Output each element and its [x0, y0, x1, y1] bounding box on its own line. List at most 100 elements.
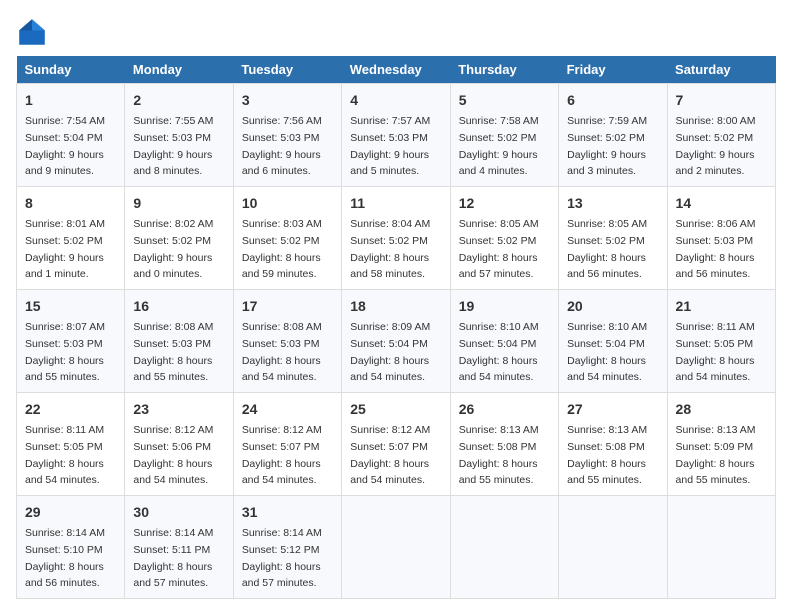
calendar-cell: 3 Sunrise: 7:56 AMSunset: 5:03 PMDayligh…	[233, 84, 341, 187]
day-info: Sunrise: 7:56 AMSunset: 5:03 PMDaylight:…	[242, 115, 322, 177]
calendar-cell: 8 Sunrise: 8:01 AMSunset: 5:02 PMDayligh…	[17, 187, 125, 290]
calendar-week-3: 15 Sunrise: 8:07 AMSunset: 5:03 PMDaylig…	[17, 290, 776, 393]
day-info: Sunrise: 8:07 AMSunset: 5:03 PMDaylight:…	[25, 321, 105, 383]
day-number: 17	[242, 296, 333, 317]
day-number: 16	[133, 296, 224, 317]
calendar-cell: 10 Sunrise: 8:03 AMSunset: 5:02 PMDaylig…	[233, 187, 341, 290]
calendar-cell: 31 Sunrise: 8:14 AMSunset: 5:12 PMDaylig…	[233, 496, 341, 599]
logo-icon	[16, 16, 48, 48]
day-info: Sunrise: 8:06 AMSunset: 5:03 PMDaylight:…	[676, 218, 756, 280]
day-number: 6	[567, 90, 658, 111]
calendar-week-5: 29 Sunrise: 8:14 AMSunset: 5:10 PMDaylig…	[17, 496, 776, 599]
day-info: Sunrise: 8:11 AMSunset: 5:05 PMDaylight:…	[25, 424, 104, 486]
header-row: SundayMondayTuesdayWednesdayThursdayFrid…	[17, 56, 776, 84]
calendar-cell: 21 Sunrise: 8:11 AMSunset: 5:05 PMDaylig…	[667, 290, 775, 393]
day-info: Sunrise: 8:14 AMSunset: 5:10 PMDaylight:…	[25, 527, 105, 589]
day-info: Sunrise: 8:14 AMSunset: 5:12 PMDaylight:…	[242, 527, 322, 589]
day-number: 9	[133, 193, 224, 214]
calendar-cell: 23 Sunrise: 8:12 AMSunset: 5:06 PMDaylig…	[125, 393, 233, 496]
calendar-cell: 30 Sunrise: 8:14 AMSunset: 5:11 PMDaylig…	[125, 496, 233, 599]
calendar-cell: 1 Sunrise: 7:54 AMSunset: 5:04 PMDayligh…	[17, 84, 125, 187]
day-info: Sunrise: 7:57 AMSunset: 5:03 PMDaylight:…	[350, 115, 430, 177]
calendar-cell: 19 Sunrise: 8:10 AMSunset: 5:04 PMDaylig…	[450, 290, 558, 393]
day-info: Sunrise: 8:04 AMSunset: 5:02 PMDaylight:…	[350, 218, 430, 280]
day-number: 28	[676, 399, 767, 420]
day-number: 5	[459, 90, 550, 111]
calendar-cell: 29 Sunrise: 8:14 AMSunset: 5:10 PMDaylig…	[17, 496, 125, 599]
calendar-cell: 28 Sunrise: 8:13 AMSunset: 5:09 PMDaylig…	[667, 393, 775, 496]
day-info: Sunrise: 8:12 AMSunset: 5:07 PMDaylight:…	[242, 424, 322, 486]
calendar-cell: 6 Sunrise: 7:59 AMSunset: 5:02 PMDayligh…	[559, 84, 667, 187]
day-number: 7	[676, 90, 767, 111]
calendar-cell: 4 Sunrise: 7:57 AMSunset: 5:03 PMDayligh…	[342, 84, 450, 187]
day-number: 29	[25, 502, 116, 523]
day-number: 31	[242, 502, 333, 523]
calendar-cell: 27 Sunrise: 8:13 AMSunset: 5:08 PMDaylig…	[559, 393, 667, 496]
calendar-cell: 2 Sunrise: 7:55 AMSunset: 5:03 PMDayligh…	[125, 84, 233, 187]
day-number: 25	[350, 399, 441, 420]
day-number: 13	[567, 193, 658, 214]
day-number: 11	[350, 193, 441, 214]
day-info: Sunrise: 8:13 AMSunset: 5:08 PMDaylight:…	[459, 424, 539, 486]
day-info: Sunrise: 8:13 AMSunset: 5:09 PMDaylight:…	[676, 424, 756, 486]
day-info: Sunrise: 8:10 AMSunset: 5:04 PMDaylight:…	[459, 321, 539, 383]
calendar-header: SundayMondayTuesdayWednesdayThursdayFrid…	[17, 56, 776, 84]
calendar-cell	[667, 496, 775, 599]
day-info: Sunrise: 8:12 AMSunset: 5:07 PMDaylight:…	[350, 424, 430, 486]
day-info: Sunrise: 8:12 AMSunset: 5:06 PMDaylight:…	[133, 424, 213, 486]
day-number: 18	[350, 296, 441, 317]
calendar-cell: 5 Sunrise: 7:58 AMSunset: 5:02 PMDayligh…	[450, 84, 558, 187]
logo	[16, 16, 52, 48]
weekday-header-tuesday: Tuesday	[233, 56, 341, 84]
calendar-cell: 12 Sunrise: 8:05 AMSunset: 5:02 PMDaylig…	[450, 187, 558, 290]
day-number: 14	[676, 193, 767, 214]
calendar-table: SundayMondayTuesdayWednesdayThursdayFrid…	[16, 56, 776, 599]
day-info: Sunrise: 8:09 AMSunset: 5:04 PMDaylight:…	[350, 321, 430, 383]
calendar-cell: 17 Sunrise: 8:08 AMSunset: 5:03 PMDaylig…	[233, 290, 341, 393]
day-number: 20	[567, 296, 658, 317]
weekday-header-friday: Friday	[559, 56, 667, 84]
calendar-cell: 24 Sunrise: 8:12 AMSunset: 5:07 PMDaylig…	[233, 393, 341, 496]
day-info: Sunrise: 8:10 AMSunset: 5:04 PMDaylight:…	[567, 321, 647, 383]
day-number: 8	[25, 193, 116, 214]
day-number: 23	[133, 399, 224, 420]
calendar-cell: 16 Sunrise: 8:08 AMSunset: 5:03 PMDaylig…	[125, 290, 233, 393]
page-header	[16, 16, 776, 48]
day-number: 2	[133, 90, 224, 111]
calendar-body: 1 Sunrise: 7:54 AMSunset: 5:04 PMDayligh…	[17, 84, 776, 599]
day-number: 3	[242, 90, 333, 111]
calendar-cell: 9 Sunrise: 8:02 AMSunset: 5:02 PMDayligh…	[125, 187, 233, 290]
calendar-cell: 26 Sunrise: 8:13 AMSunset: 5:08 PMDaylig…	[450, 393, 558, 496]
day-info: Sunrise: 8:05 AMSunset: 5:02 PMDaylight:…	[567, 218, 647, 280]
day-info: Sunrise: 8:02 AMSunset: 5:02 PMDaylight:…	[133, 218, 213, 280]
day-info: Sunrise: 8:05 AMSunset: 5:02 PMDaylight:…	[459, 218, 539, 280]
day-number: 24	[242, 399, 333, 420]
calendar-cell: 7 Sunrise: 8:00 AMSunset: 5:02 PMDayligh…	[667, 84, 775, 187]
calendar-cell: 15 Sunrise: 8:07 AMSunset: 5:03 PMDaylig…	[17, 290, 125, 393]
day-number: 12	[459, 193, 550, 214]
day-info: Sunrise: 8:03 AMSunset: 5:02 PMDaylight:…	[242, 218, 322, 280]
calendar-cell: 18 Sunrise: 8:09 AMSunset: 5:04 PMDaylig…	[342, 290, 450, 393]
day-info: Sunrise: 8:13 AMSunset: 5:08 PMDaylight:…	[567, 424, 647, 486]
day-info: Sunrise: 7:58 AMSunset: 5:02 PMDaylight:…	[459, 115, 539, 177]
weekday-header-monday: Monday	[125, 56, 233, 84]
day-info: Sunrise: 8:08 AMSunset: 5:03 PMDaylight:…	[242, 321, 322, 383]
day-info: Sunrise: 8:14 AMSunset: 5:11 PMDaylight:…	[133, 527, 213, 589]
day-number: 19	[459, 296, 550, 317]
weekday-header-saturday: Saturday	[667, 56, 775, 84]
calendar-cell	[450, 496, 558, 599]
day-number: 22	[25, 399, 116, 420]
calendar-cell	[342, 496, 450, 599]
day-info: Sunrise: 8:00 AMSunset: 5:02 PMDaylight:…	[676, 115, 756, 177]
calendar-week-2: 8 Sunrise: 8:01 AMSunset: 5:02 PMDayligh…	[17, 187, 776, 290]
calendar-cell: 22 Sunrise: 8:11 AMSunset: 5:05 PMDaylig…	[17, 393, 125, 496]
day-number: 4	[350, 90, 441, 111]
day-info: Sunrise: 8:11 AMSunset: 5:05 PMDaylight:…	[676, 321, 755, 383]
calendar-week-1: 1 Sunrise: 7:54 AMSunset: 5:04 PMDayligh…	[17, 84, 776, 187]
day-info: Sunrise: 8:01 AMSunset: 5:02 PMDaylight:…	[25, 218, 105, 280]
calendar-cell	[559, 496, 667, 599]
calendar-cell: 13 Sunrise: 8:05 AMSunset: 5:02 PMDaylig…	[559, 187, 667, 290]
weekday-header-thursday: Thursday	[450, 56, 558, 84]
day-number: 21	[676, 296, 767, 317]
calendar-cell: 20 Sunrise: 8:10 AMSunset: 5:04 PMDaylig…	[559, 290, 667, 393]
